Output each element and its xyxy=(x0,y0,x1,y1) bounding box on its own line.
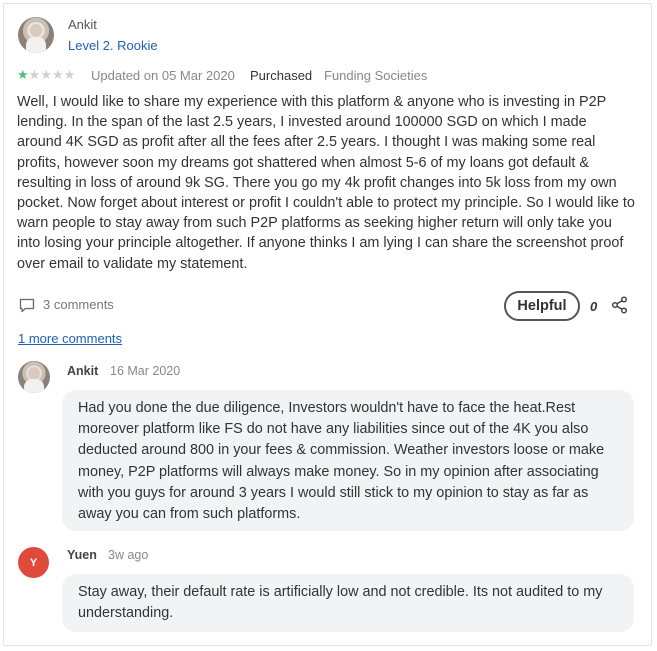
comments-count-label: 3 comments xyxy=(43,297,114,312)
helpful-button[interactable]: Helpful xyxy=(504,291,580,321)
reviewer-level[interactable]: Level 2. Rookie xyxy=(68,38,158,53)
purchased-label: Purchased xyxy=(250,68,313,83)
comment-date: 3w ago xyxy=(108,548,149,562)
company-name[interactable]: Funding Societies xyxy=(324,68,427,83)
star-icon: ★ xyxy=(17,67,29,82)
reviewer-avatar[interactable] xyxy=(18,17,54,53)
comment-icon xyxy=(19,298,35,312)
comment-bubble: Had you done the due diligence, Investor… xyxy=(62,390,634,531)
commenter-avatar[interactable]: Y xyxy=(18,547,49,578)
comments-button[interactable]: 3 comments xyxy=(19,297,114,312)
comment-author[interactable]: Yuen xyxy=(67,548,97,562)
comment-bubble: Stay away, their default rate is artific… xyxy=(62,574,634,632)
review-text: Well, I would like to share my experienc… xyxy=(17,94,635,272)
updated-date: Updated on 05 Mar 2020 xyxy=(91,68,235,83)
star-rating: ★★★★★ xyxy=(17,67,75,83)
star-icon: ★ xyxy=(40,67,52,82)
reviewer-name[interactable]: Ankit xyxy=(68,17,97,32)
helpful-count: 0 xyxy=(590,299,598,314)
more-comments-link[interactable]: 1 more comments xyxy=(18,331,122,346)
star-icon: ★ xyxy=(28,67,41,82)
share-icon[interactable] xyxy=(611,296,629,319)
star-icon: ★ xyxy=(51,67,64,82)
commenter-avatar[interactable] xyxy=(18,361,50,393)
comment-date: 16 Mar 2020 xyxy=(110,364,181,378)
comment-author[interactable]: Ankit xyxy=(67,364,98,378)
star-icon: ★ xyxy=(63,67,76,82)
